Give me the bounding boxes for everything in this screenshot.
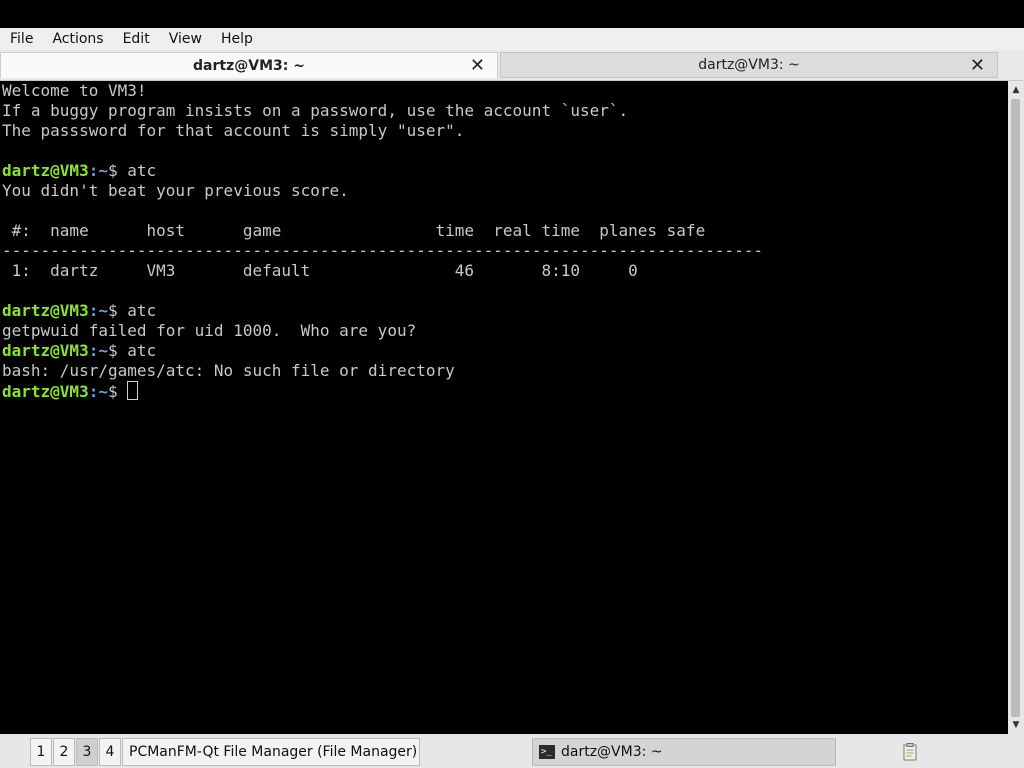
- terminal-output-line: getpwuid failed for uid 1000. Who are yo…: [2, 321, 417, 340]
- command-text: atc: [117, 161, 157, 180]
- terminal-output-line: #: name host game time real time planes …: [2, 221, 706, 240]
- screen-top-bar: [0, 0, 1024, 28]
- prompt-dollar: $: [107, 161, 118, 180]
- desktop-2-button[interactable]: 2: [53, 738, 75, 766]
- prompt-user: dartz@VM3: [2, 161, 89, 180]
- vertical-scrollbar[interactable]: ▲ ▼: [1008, 81, 1024, 734]
- terminal-prompt-line: dartz@VM3:~$ atc: [2, 341, 1008, 361]
- prompt-separator: :: [88, 161, 99, 180]
- clipboard-icon[interactable]: [900, 742, 920, 762]
- menu-edit[interactable]: Edit: [113, 28, 159, 50]
- command-text: [118, 382, 128, 401]
- tab-terminal-1[interactable]: dartz@VM3: ~ ✕: [0, 52, 498, 78]
- menu-help[interactable]: Help: [211, 28, 262, 50]
- prompt-path: ~: [98, 382, 108, 401]
- scroll-thumb[interactable]: [1011, 99, 1020, 717]
- tab-terminal-2[interactable]: dartz@VM3: ~ ✕: [500, 52, 998, 78]
- close-icon[interactable]: ✕: [470, 56, 485, 76]
- desktop-3-button[interactable]: 3: [76, 738, 98, 766]
- prompt-dollar: $: [107, 382, 118, 401]
- prompt-separator: :: [88, 382, 99, 401]
- terminal-output[interactable]: Welcome to VM3! If a buggy program insist…: [2, 81, 1008, 734]
- terminal-prompt-line: dartz@VM3:~$: [2, 381, 1008, 401]
- command-text: atc: [117, 341, 157, 360]
- terminal-output-line: bash: /usr/games/atc: No such file or di…: [2, 361, 455, 380]
- task-label: PCManFM-Qt File Manager (File Manager): [129, 744, 418, 760]
- scroll-down-arrow-icon[interactable]: ▼: [1008, 718, 1024, 732]
- prompt-dollar: $: [107, 341, 118, 360]
- terminal-output-line: The passsword for that account is simply…: [2, 121, 465, 140]
- terminal-output-line: Welcome to VM3!: [2, 81, 147, 100]
- close-icon[interactable]: ✕: [970, 56, 985, 76]
- tab-bar: dartz@VM3: ~ ✕ dartz@VM3: ~ ✕: [0, 50, 1024, 81]
- prompt-path: ~: [98, 341, 108, 360]
- prompt-separator: :: [88, 341, 99, 360]
- desktop-1-button[interactable]: 1: [30, 738, 52, 766]
- tab-bar-spacer: [1000, 52, 1024, 78]
- taskbar: 1 2 3 4 PCManFM-Qt File Manager (File Ma…: [0, 734, 1024, 768]
- tab-label: dartz@VM3: ~: [193, 57, 305, 74]
- menu-actions[interactable]: Actions: [42, 28, 112, 50]
- menu-file[interactable]: File: [0, 28, 42, 50]
- prompt-path: ~: [98, 301, 108, 320]
- scroll-up-arrow-icon[interactable]: ▲: [1008, 83, 1024, 97]
- menu-view[interactable]: View: [159, 28, 211, 50]
- terminal-icon: >_: [539, 745, 555, 759]
- terminal-output-line: You didn't beat your previous score.: [2, 181, 349, 200]
- terminal-prompt-line: dartz@VM3:~$ atc: [2, 161, 1008, 181]
- task-terminal[interactable]: >_ dartz@VM3: ~: [532, 738, 836, 766]
- terminal-output-line: If a buggy program insists on a password…: [2, 101, 629, 120]
- prompt-user: dartz@VM3: [2, 301, 89, 320]
- terminal-output-line: 1: dartz VM3 default 46 8:10 0: [2, 261, 638, 280]
- command-text: atc: [117, 301, 157, 320]
- prompt-user: dartz@VM3: [2, 382, 89, 401]
- text-cursor: [127, 381, 139, 400]
- prompt-separator: :: [88, 301, 99, 320]
- tab-label: dartz@VM3: ~: [698, 57, 800, 73]
- terminal-prompt-line: dartz@VM3:~$ atc: [2, 301, 1008, 321]
- task-label: dartz@VM3: ~: [561, 744, 663, 760]
- menubar: File Actions Edit View Help: [0, 28, 1024, 50]
- terminal-output-line: ----------------------------------------…: [2, 241, 763, 260]
- desktop-4-button[interactable]: 4: [99, 738, 121, 766]
- prompt-user: dartz@VM3: [2, 341, 89, 360]
- task-file-manager[interactable]: PCManFM-Qt File Manager (File Manager): [122, 738, 420, 766]
- prompt-dollar: $: [107, 301, 118, 320]
- prompt-path: ~: [98, 161, 108, 180]
